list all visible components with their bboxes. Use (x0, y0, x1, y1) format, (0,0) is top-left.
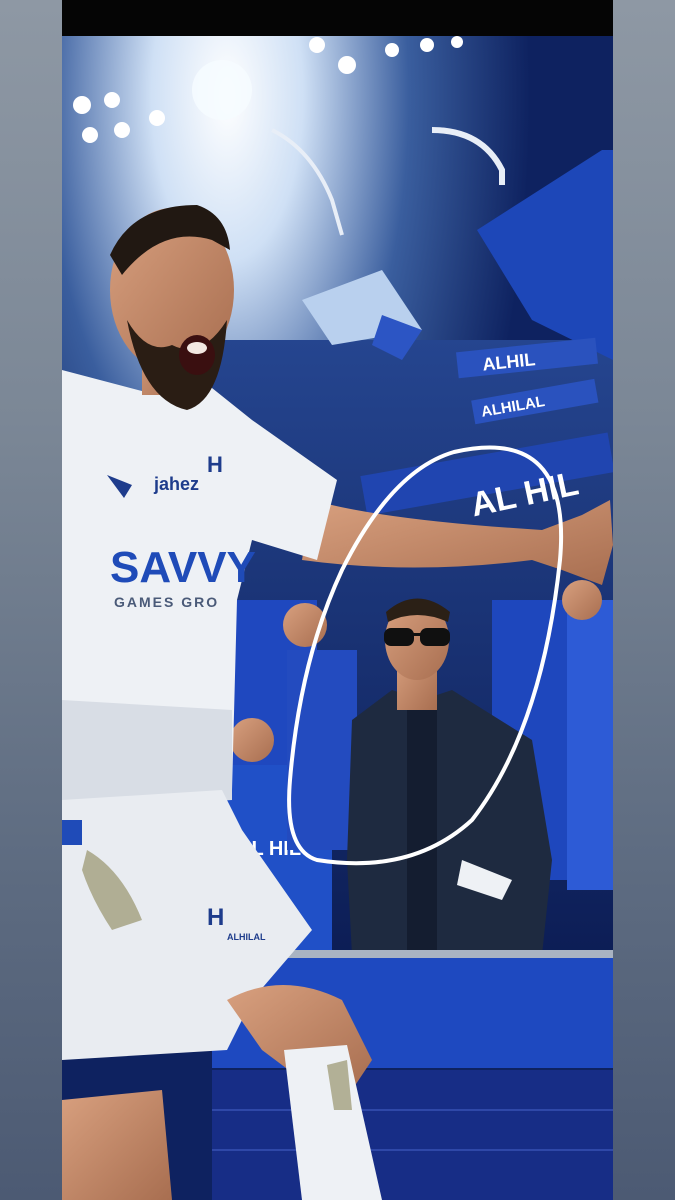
letterbox-bar (62, 0, 613, 36)
svg-text:ALHILAL: ALHILAL (227, 932, 266, 942)
svg-text:H: H (207, 904, 224, 931)
ad-board (212, 1070, 613, 1200)
stadium-photo: ALHIL ALHILAL AL HIL AL HIL jahez H SAVV… (62, 0, 613, 1200)
photo-frame: ALHIL ALHILAL AL HIL AL HIL jahez H SAVV… (62, 0, 613, 1200)
shorts-trim (62, 820, 82, 845)
svg-text:jahez: jahez (153, 474, 199, 494)
player-leg-lower (62, 1090, 172, 1200)
svg-text:SAVVY: SAVVY (110, 543, 256, 592)
svg-text:H: H (207, 452, 223, 477)
svg-text:GAMES GRO: GAMES GRO (114, 594, 219, 610)
